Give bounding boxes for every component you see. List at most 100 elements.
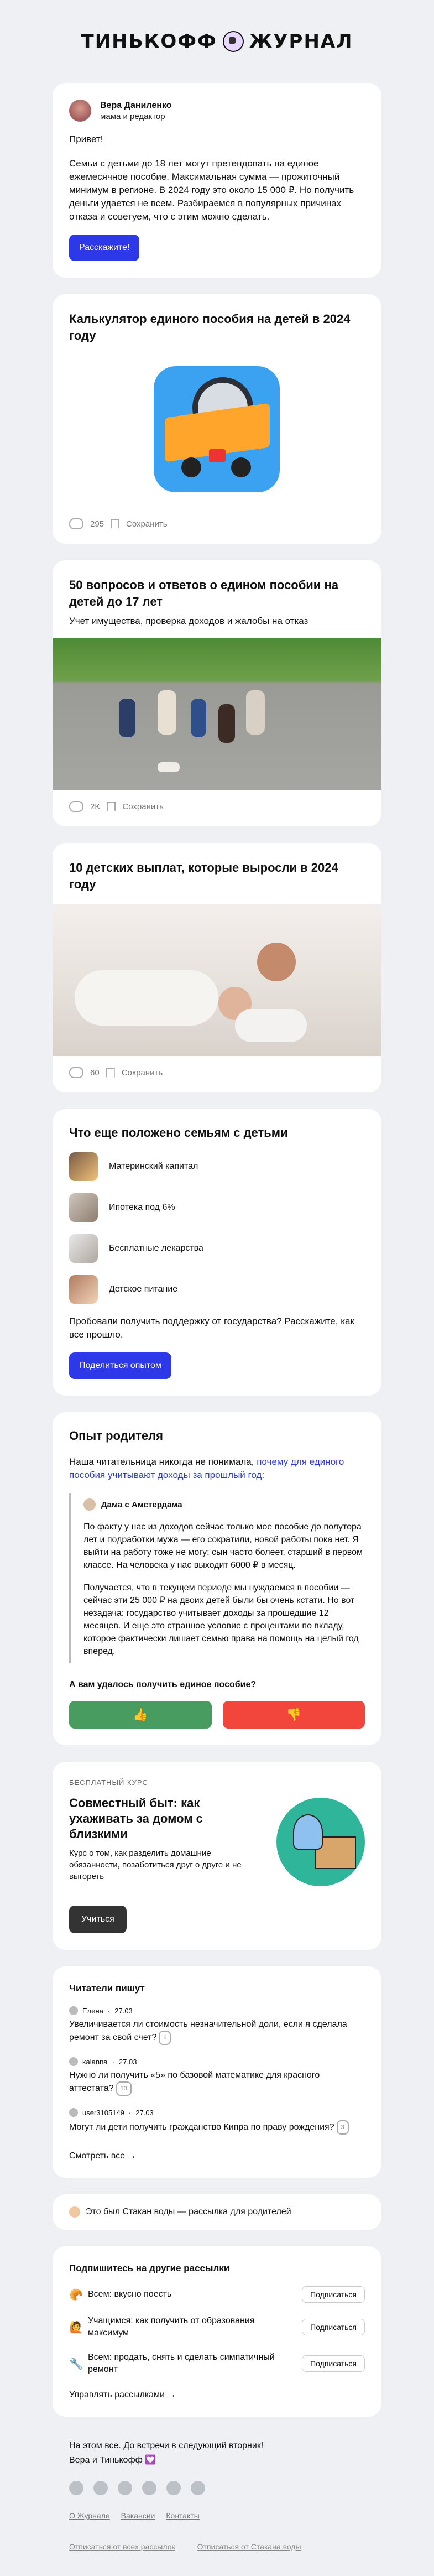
unsubscribe-all-link[interactable]: Отписаться от всех рассылок	[69, 2539, 175, 2554]
article-title[interactable]: 50 вопросов и ответов о едином пособии н…	[53, 560, 381, 610]
avatar	[69, 2108, 78, 2117]
reply-count-badge: 3	[336, 2120, 349, 2135]
comment-icon[interactable]	[69, 801, 83, 812]
save-link[interactable]: Сохранить	[126, 519, 168, 529]
avatar	[69, 2006, 78, 2015]
manage-subscriptions-link[interactable]: Управлять рассылками →	[69, 2390, 365, 2400]
comment-text[interactable]: Могут ли дети получить гражданство Кипра…	[69, 2122, 334, 2132]
comment-item[interactable]: user3105149 · 27.03 Могут ли дети получить…	[69, 2108, 365, 2135]
subscribe-button[interactable]: Подписаться	[302, 2286, 365, 2303]
comment-item[interactable]: Елена · 27.03 Увеличивается ли стоимость н…	[69, 2006, 365, 2045]
unsubscribe-link[interactable]: Отписаться от Стакана воды	[197, 2539, 301, 2554]
tell-button[interactable]: Расскажите!	[69, 235, 140, 261]
social-icon[interactable]	[191, 2481, 205, 2495]
avatar	[69, 2057, 78, 2066]
article-title[interactable]: Калькулятор единого пособия на детей в 2…	[53, 294, 381, 344]
course-label: БЕСПЛАТНЫЙ КУРС	[69, 1778, 148, 1787]
social-icon[interactable]	[118, 2481, 132, 2495]
intro-colon: :	[262, 1470, 265, 1480]
bookmark-icon[interactable]	[111, 519, 120, 529]
benefit-item[interactable]: Ипотека под 6%	[69, 1193, 365, 1222]
author-name: Вера Даниленко	[100, 100, 172, 110]
comment-icon[interactable]	[69, 518, 83, 529]
comment-icon[interactable]	[69, 1067, 83, 1078]
comment-text[interactable]: Увеличивается ли стоимость незначительно…	[69, 2020, 347, 2042]
course-illustration	[276, 1798, 365, 1886]
footer-link[interactable]: Контакты	[166, 2509, 199, 2523]
intro-card: Вера Даниленко мама и редактор Привет! С…	[53, 83, 381, 278]
quote-author: Дама с Амстердама	[83, 1498, 365, 1511]
save-link[interactable]: Сохранить	[122, 1068, 163, 1078]
learn-button[interactable]: Учиться	[69, 1906, 127, 1933]
bookmark-icon[interactable]	[106, 1068, 115, 1078]
unsubscribe-links: Отписаться от всех рассылок Отписаться о…	[69, 2539, 365, 2554]
social-icon[interactable]	[69, 2481, 83, 2495]
article-meta: 60 Сохранить	[53, 1056, 381, 1092]
logo-right-text: ЖУРНАЛ	[249, 30, 353, 53]
greeting: Привет!	[69, 134, 103, 144]
comment-item[interactable]: kalanna · 27.03 Нужно ли получить «5» по б…	[69, 2057, 365, 2096]
article-title[interactable]: 10 детских выплат, которые выросли в 202…	[53, 843, 381, 893]
comment-count[interactable]: 295	[90, 519, 104, 529]
article-card[interactable]: 50 вопросов и ответов о едином пособии н…	[53, 560, 381, 826]
social-icon[interactable]	[93, 2481, 108, 2495]
comment-user: Елена	[82, 2006, 103, 2015]
quote: Дама с Амстердама По факту у нас из дохо…	[69, 1493, 365, 1663]
benefit-label[interactable]: Бесплатные лекарства	[109, 1243, 203, 1253]
course-title[interactable]: Совместный быт: как ухаживать за домом с…	[69, 1796, 260, 1842]
poll-question: А вам удалось получить единое пособие?	[69, 1680, 257, 1689]
benefit-item[interactable]: Детское питание	[69, 1275, 365, 1304]
footer-link[interactable]: О Журнале	[69, 2509, 110, 2523]
section-title: Опыт родителя	[69, 1429, 163, 1443]
newsletter-note: Это был Стакан воды — рассылка для родит…	[53, 2194, 381, 2230]
raising-hand-icon: 🙋	[69, 2321, 83, 2334]
comment-date: 27.03	[118, 2057, 137, 2066]
comment-count[interactable]: 2K	[90, 802, 100, 811]
subscription-label: Учащимся: как получить от образования ма…	[88, 2316, 255, 2338]
bookmark-icon[interactable]	[107, 802, 116, 811]
article-card[interactable]: 10 детских выплат, которые выросли в 202…	[53, 843, 381, 1092]
subscribe-button[interactable]: Подписаться	[302, 2319, 365, 2335]
benefits-card: Что еще положено семьям с детьми Материн…	[53, 1109, 381, 1396]
reply-count-badge: 6	[159, 2031, 171, 2045]
avatar	[83, 1498, 96, 1511]
vote-yes-button[interactable]: 👍	[69, 1701, 212, 1729]
benefit-thumbnail	[69, 1234, 98, 1263]
comment-count[interactable]: 60	[90, 1068, 100, 1078]
social-icon[interactable]	[142, 2481, 156, 2495]
benefit-label[interactable]: Детское питание	[109, 1284, 177, 1294]
article-image[interactable]	[53, 904, 381, 1056]
section-title: Читатели пишут	[69, 1983, 145, 1994]
subscribe-button[interactable]: Подписаться	[302, 2355, 365, 2372]
see-all-link[interactable]: Смотреть все →	[69, 2151, 365, 2161]
footer-link[interactable]: Вакансии	[121, 2509, 155, 2523]
benefit-label[interactable]: Материнский капитал	[109, 1162, 198, 1172]
comment-date: 27.03	[135, 2108, 154, 2117]
vote-no-button[interactable]: 👎	[222, 1701, 365, 1729]
subscription-item: 🥐 Всем: вкусно поесть Подписаться	[69, 2286, 365, 2303]
share-experience-button[interactable]: Поделиться опытом	[69, 1352, 171, 1379]
subscription-label: Всем: вкусно поесть	[88, 2289, 172, 2299]
benefit-item[interactable]: Материнский капитал	[69, 1152, 365, 1181]
article-card[interactable]: Калькулятор единого пособия на детей в 2…	[53, 294, 381, 544]
logo[interactable]: ТИНЬКОФФ ЖУРНАЛ	[0, 0, 434, 83]
social-icon[interactable]	[166, 2481, 181, 2495]
footer: На этом все. До встречи в следующий втор…	[53, 2433, 381, 2576]
benefits-text: Пробовали получить поддержку от государс…	[69, 1316, 354, 1340]
course-text: Курс о том, как разделить домашние обяза…	[69, 1849, 242, 1881]
course-card: БЕСПЛАТНЫЙ КУРС Совместный быт: как ухаж…	[53, 1762, 381, 1950]
wrench-icon: 🔧	[69, 2358, 83, 2370]
article-meta: 2K Сохранить	[53, 790, 381, 826]
section-title: Что еще положено семьям с детьми	[69, 1126, 288, 1139]
quote-author-name: Дама с Амстердама	[101, 1500, 182, 1510]
author-role: мама и редактор	[100, 111, 165, 121]
benefit-label[interactable]: Ипотека под 6%	[109, 1203, 175, 1212]
article-image[interactable]	[53, 638, 381, 790]
benefit-thumbnail	[69, 1152, 98, 1181]
intro-text: Наша читательница никогда не понимала,	[69, 1456, 257, 1467]
article-image[interactable]	[53, 355, 381, 507]
benefit-item[interactable]: Бесплатные лекарства	[69, 1234, 365, 1263]
save-link[interactable]: Сохранить	[122, 802, 164, 811]
logo-badge-icon	[222, 31, 244, 52]
comment-text[interactable]: Нужно ли получить «5» по базовой математ…	[69, 2070, 320, 2093]
